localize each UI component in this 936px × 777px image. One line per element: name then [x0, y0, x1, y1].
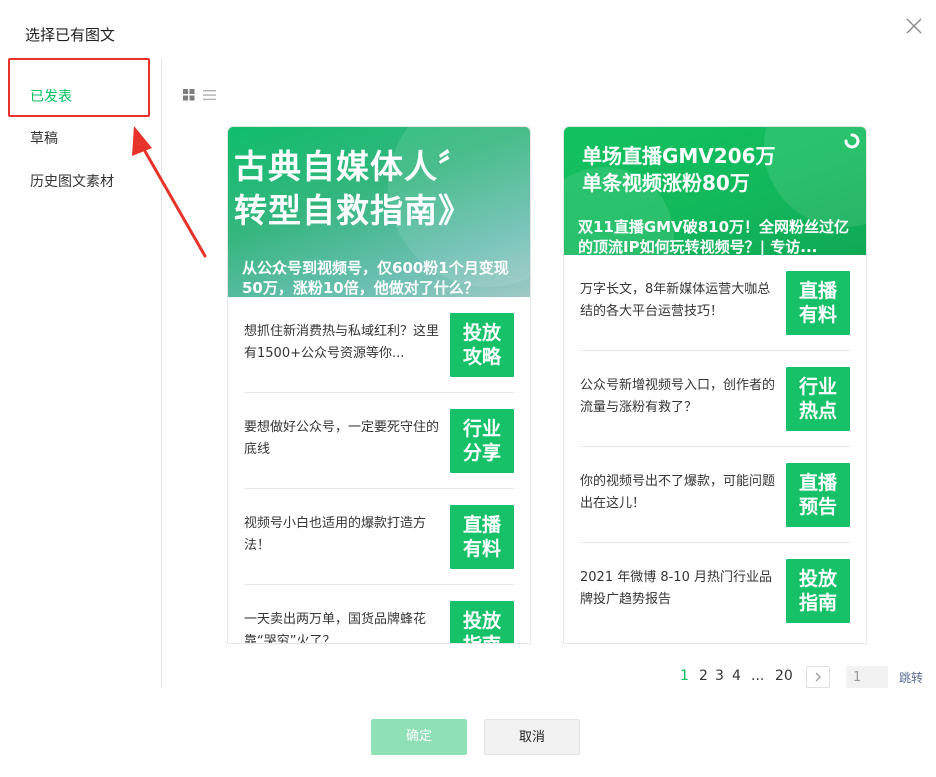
cover-title: 单场直播GMV206万 单条视频涨粉80万: [582, 143, 776, 197]
card-cover: 古典自媒体人〞 转型自救指南》 从公众号到视频号，仅600粉1个月变现50万，涨…: [228, 127, 530, 297]
item-title: 2021 年微博 8-10 月热门行业品牌投广趋势报告: [580, 570, 772, 607]
list-item[interactable]: 想抓住新消费热与私域红利？这里有1500+公众号资源等你... 投放 攻略: [244, 297, 514, 393]
cover-title-line: 古典自媒体人〞: [234, 147, 472, 186]
cover-subtitle: 从公众号到视频号，仅600粉1个月变现50万，涨粉10倍，他做对了什么？: [242, 259, 509, 297]
page-4[interactable]: 4: [732, 668, 741, 684]
article-card[interactable]: 古典自媒体人〞 转型自救指南》 从公众号到视频号，仅600粉1个月变现50万，涨…: [227, 126, 531, 644]
thumb-text: 行业: [798, 376, 837, 398]
list-item[interactable]: 要想做好公众号，一定要死守住的底线 行业 分享: [244, 393, 514, 489]
cover-title: 古典自媒体人〞 转型自救指南》: [234, 145, 472, 233]
thumb-text: 有料: [462, 538, 501, 560]
nav-item-drafts[interactable]: 草稿: [30, 128, 58, 148]
item-title: 要想做好公众号，一定要死守住的底线: [244, 420, 440, 457]
brand-logo-icon: [844, 133, 860, 149]
page-ellipsis: ...: [751, 668, 765, 684]
list-view-icon[interactable]: [203, 90, 216, 101]
thumb-text: 攻略: [462, 346, 501, 368]
item-title: 公众号新增视频号入口，创作者的流量与涨粉有救了？: [580, 378, 776, 415]
thumb-text: 指南: [450, 633, 514, 643]
thumb-text: 投放: [798, 568, 837, 590]
card-cover: 单场直播GMV206万 单条视频涨粉80万 双11直播GMV破810万！全网粉丝…: [564, 127, 866, 255]
article-card[interactable]: 单场直播GMV206万 单条视频涨粉80万 双11直播GMV破810万！全网粉丝…: [563, 126, 867, 644]
list-item[interactable]: 你的视频号出不了爆款，可能问题出在这儿！ 直播 预告: [580, 447, 850, 543]
close-icon[interactable]: [904, 16, 924, 36]
next-page-button[interactable]: [806, 666, 830, 688]
item-title: 想抓住新消费热与私域红利？这里有1500+公众号资源等你...: [244, 324, 440, 361]
item-thumbnail: 行业 热点: [786, 367, 850, 431]
thumb-text: 直播: [462, 514, 501, 536]
list-item[interactable]: 视频号小白也适用的爆款打造方法！ 直播 有料: [244, 489, 514, 585]
item-thumbnail: 投放 指南: [786, 559, 850, 623]
thumb-text: 投放: [462, 322, 501, 344]
page-3[interactable]: 3: [715, 668, 724, 684]
page-20[interactable]: 20: [775, 668, 793, 684]
thumb-text: 直播: [798, 472, 837, 494]
item-title: 你的视频号出不了爆款，可能问题出在这儿！: [580, 474, 776, 511]
thumb-text: 分享: [462, 442, 501, 464]
confirm-button[interactable]: 确定: [371, 719, 467, 755]
item-thumbnail: 投放 攻略: [450, 313, 514, 377]
item-thumbnail: 直播 有料: [786, 271, 850, 335]
item-thumbnail: 投放 指南: [450, 601, 514, 643]
view-toggle[interactable]: [183, 88, 217, 102]
list-item[interactable]: 一天卖出两万单，国货品牌蜂花靠“哭穷”火了？ 投放 指南: [244, 585, 514, 644]
dialog-title: 选择已有图文: [25, 26, 116, 44]
nav-item-history-materials[interactable]: 历史图文素材: [30, 171, 114, 191]
thumb-text: 预告: [798, 496, 837, 518]
page-1[interactable]: 1: [680, 668, 689, 684]
annotation-highlight-box: [8, 58, 150, 117]
grid-view-icon[interactable]: [183, 89, 195, 101]
item-title: 万字长文，8年新媒体运营大咖总结的各大平台运营技巧！: [580, 282, 771, 319]
thumb-text: 行业: [462, 418, 501, 440]
item-thumbnail: 直播 预告: [786, 463, 850, 527]
thumb-text: 有料: [798, 304, 837, 326]
pagination: 1 2 3 4 ... 20 跳转: [0, 666, 936, 688]
cover-title-line: 单场直播GMV206万: [582, 144, 776, 168]
thumb-text: 投放: [462, 610, 501, 632]
item-thumbnail: 直播 有料: [450, 505, 514, 569]
annotation-arrow-icon: [132, 126, 207, 258]
page-2[interactable]: 2: [699, 668, 708, 684]
item-thumbnail: 行业 分享: [450, 409, 514, 473]
chevron-right-icon: [815, 672, 821, 682]
list-item[interactable]: 2021 年微博 8-10 月热门行业品牌投广趋势报告 投放 指南: [580, 543, 850, 639]
list-item[interactable]: 万字长文，8年新媒体运营大咖总结的各大平台运营技巧！ 直播 有料: [580, 255, 850, 351]
page-number-input[interactable]: [846, 666, 888, 688]
cover-title-line: 单条视频涨粉80万: [582, 171, 750, 195]
thumb-text: 热点: [798, 400, 837, 422]
cover-title-line: 转型自救指南》: [234, 191, 472, 230]
thumb-text: 直播: [798, 280, 837, 302]
thumb-text: 指南: [798, 592, 837, 614]
item-title: 一天卖出两万单，国货品牌蜂花靠“哭穷”火了？: [244, 612, 427, 644]
cover-subtitle: 双11直播GMV破810万！全网粉丝过亿的顶流IP如何玩转视频号？| 专访...: [578, 218, 850, 255]
jump-link[interactable]: 跳转: [899, 669, 923, 686]
cancel-button[interactable]: 取消: [484, 719, 580, 755]
list-item[interactable]: 公众号新增视频号入口，创作者的流量与涨粉有救了？ 行业 热点: [580, 351, 850, 447]
item-title: 视频号小白也适用的爆款打造方法！: [244, 516, 427, 553]
